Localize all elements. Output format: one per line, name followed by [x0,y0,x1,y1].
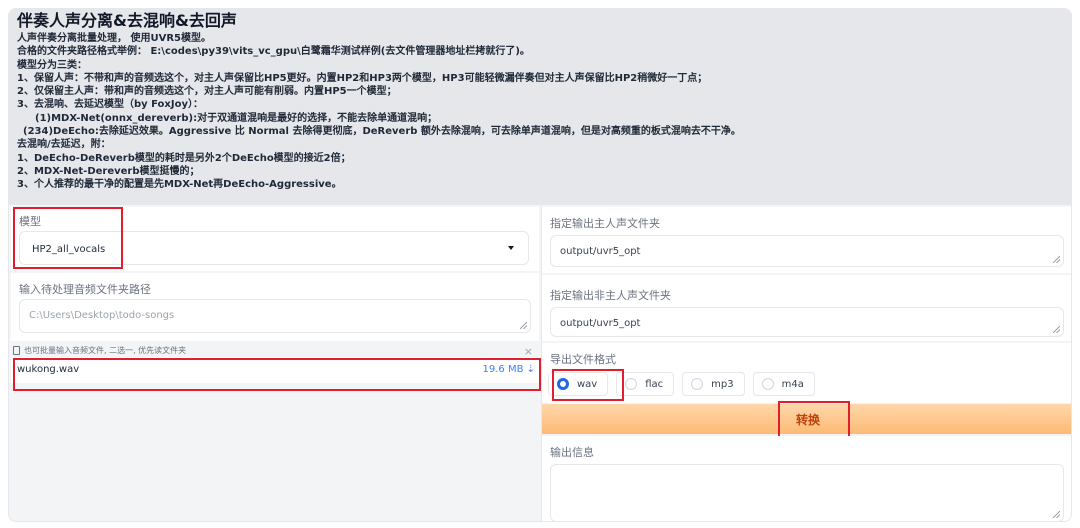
radio-m4a[interactable]: m4a [752,372,815,396]
resize-grip-icon[interactable] [1053,326,1060,333]
vocal-output-value: output/uvr5_opt [560,246,641,257]
model-label: 模型 [19,215,41,228]
desc-line: 1、保留人声：不带和声的音频选这个，对主人声保留比HP5更好。内置HP2和HP3… [17,72,708,84]
radio-dot [691,378,704,390]
uploaded-file-row[interactable]: wukong.wav 19.6 MB ⇣ [11,357,539,383]
inst-output-block: 指定输出非主人声文件夹 output/uvr5_opt [542,275,1071,341]
right-column: 指定输出主人声文件夹 output/uvr5_opt 指定输出非主人声文件夹 o… [541,205,1071,521]
desc-line: (1)MDX-Net(onnx_dereverb):对于双通道混响是最好的选择，… [35,112,438,124]
radio-label: m4a [781,378,804,390]
model-block: 模型 HP2_all_vocals [11,207,539,271]
resize-grip-icon[interactable] [1053,511,1060,518]
desc-line: 去混响/去延迟，附： [17,139,111,151]
desc-line: 1、DeEcho-DeReverb模型的耗时是另外2个DeEcho模型的接近2倍… [17,152,351,164]
vocal-output-field[interactable]: output/uvr5_opt [550,235,1064,267]
page-title: 伴奏人声分离&去混响&去回声 [17,11,237,30]
format-radio-group: wav flac mp3 m4a [548,372,815,396]
model-dropdown[interactable]: HP2_all_vocals [19,231,529,265]
radio-label: flac [645,378,664,390]
desc-line: 模型分为三类： [17,59,87,71]
input-dir-block: 输入待处理音频文件夹路径 C:\Users\Desktop\todo-songs [11,273,539,341]
desc-line: 合格的文件夹路径格式举例： E:\codes\py39\vits_vc_gpu\… [17,46,530,58]
output-info-label: 输出信息 [550,446,594,459]
radio-label: wav [577,378,598,390]
resize-grip-icon[interactable] [520,322,527,329]
inst-output-field[interactable]: output/uvr5_opt [550,307,1064,337]
input-dir-label: 输入待处理音频文件夹路径 [19,283,151,296]
inst-output-value: output/uvr5_opt [560,318,641,329]
radio-dot [761,378,774,390]
desc-line: 2、MDX-Net-Dereverb模型挺慢的； [17,165,200,177]
radio-wav[interactable]: wav [548,372,609,396]
format-label: 导出文件格式 [550,353,616,366]
uploaded-file-size[interactable]: 19.6 MB ⇣ [483,364,536,375]
radio-dot [625,378,638,390]
output-info-block: 输出信息 [542,436,1071,521]
desc-line: (234)DeEcho:去除延迟效果。Aggressive 比 Normal 去… [23,126,741,138]
input-dir-placeholder: C:\Users\Desktop\todo-songs [29,310,175,321]
chevron-down-icon [508,246,514,250]
file-upload-hint-text: 也可批量输入音频文件, 二选一, 优先读文件夹 [24,346,187,355]
radio-label: mp3 [711,378,734,390]
radio-flac[interactable]: flac [616,372,675,396]
radio-mp3[interactable]: mp3 [682,372,745,396]
vocal-output-block: 指定输出主人声文件夹 output/uvr5_opt [542,207,1071,273]
model-selected-value: HP2_all_vocals [32,244,106,255]
desc-line: 人声伴奏分离批量处理， 使用UVR5模型。 [17,33,211,44]
convert-button[interactable]: 转换 [542,404,1071,434]
input-dir-field[interactable]: C:\Users\Desktop\todo-songs [19,299,531,333]
resize-grip-icon[interactable] [1053,256,1060,263]
left-column: 模型 HP2_all_vocals 输入待处理音频文件夹路径 C:\Users\… [9,205,541,521]
uploaded-file-name: wukong.wav [17,364,80,375]
uvr5-panel: 伴奏人声分离&去混响&去回声 人声伴奏分离批量处理， 使用UVR5模型。 合格的… [8,8,1072,522]
radio-dot-selected [557,378,569,390]
file-upload-hint: 也可批量输入音频文件, 二选一, 优先读文件夹 [13,345,186,356]
inst-output-label: 指定输出非主人声文件夹 [550,289,671,302]
desc-line: 3、个人推荐的最干净的配置是先MDX-Net再DeEcho-Aggressive… [17,179,342,191]
file-icon [13,346,20,355]
desc-line: 2、仅保留主人声：带和声的音频选这个，对主人声可能有削弱。内置HP5一个模型； [17,86,397,98]
vocal-output-label: 指定输出主人声文件夹 [550,217,660,230]
output-info-field[interactable] [550,464,1064,521]
description-block: 伴奏人声分离&去混响&去回声 人声伴奏分离批量处理， 使用UVR5模型。 合格的… [9,9,1071,205]
desc-line: 3、去混响、去延迟模型（by FoxJoy）： [17,99,203,111]
